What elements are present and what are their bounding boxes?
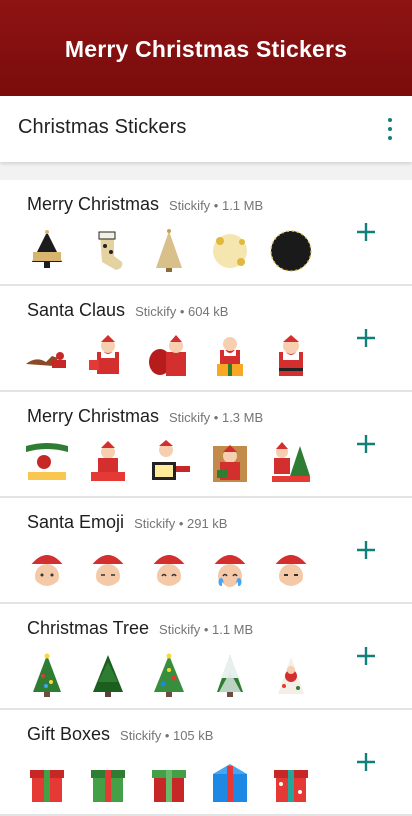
polka-gift-box-sticker [268,758,314,804]
plus-icon [357,329,375,347]
sleigh-reindeer-sticker [24,334,70,380]
pack-meta: Stickify • 291 kB [134,516,228,531]
pack-name: Santa Emoji [27,512,125,532]
pack-name: Merry Christmas [27,194,160,214]
pack-meta: Stickify • 1.1 MB [159,622,254,637]
pack-meta: Stickify • 1.3 MB [169,410,264,425]
decorated-tree-sticker [24,652,70,698]
sticker-pack-row[interactable]: Merry Christmas Stickify • 1.1 MB [0,180,412,286]
pack-name: Merry Christmas [27,406,160,426]
santa-gift-sticker [85,334,131,380]
sticker-preview-strip [24,440,329,486]
red-green-gift-sticker [146,758,192,804]
santa-presents-sticker [207,334,253,380]
red-gift-box-sticker [24,758,70,804]
plus-icon [357,647,375,665]
sticker-preview-strip [24,758,329,804]
santa-sack-sticker [146,334,192,380]
add-pack-button[interactable] [354,220,378,244]
add-pack-button[interactable] [354,644,378,668]
sticker-preview-strip [24,228,329,274]
santa-merry-christmas-sticker [85,440,131,486]
merry-xmas-tree-sticker [146,228,192,274]
santa-emoji-neutral-sticker [24,546,70,592]
santa-sign-sticker [146,440,192,486]
pack-name: Santa Claus [27,300,126,320]
sticker-pack-list: Merry Christmas Stickify • 1.1 MB Santa … [0,180,412,816]
santa-waving-sticker [268,334,314,380]
plus-icon [357,541,375,559]
xmas-joy-sticker [268,228,314,274]
add-pack-button[interactable] [354,432,378,456]
sticker-pack-row[interactable]: Merry Christmas Stickify • 1.3 MB [0,392,412,498]
stocking-sticker [85,228,131,274]
sticker-preview-strip [24,546,329,592]
holly-jolly-sticker [207,228,253,274]
pack-meta: Stickify • 1.1 MB [169,198,264,213]
sticker-pack-row[interactable]: Gift Boxes Stickify • 105 kB [0,710,412,816]
blue-gift-box-sticker [207,758,253,804]
add-pack-button[interactable] [354,750,378,774]
ornament-tree-sticker [146,652,192,698]
pack-name: Gift Boxes [27,724,111,744]
sticker-pack-row[interactable]: Santa Claus Stickify • 604 kB [0,286,412,392]
page-title: Christmas Stickers [18,116,187,138]
promo-banner: Merry Christmas Stickers [0,0,412,96]
plus-icon [357,753,375,771]
plus-icon [357,435,375,453]
merry-christmas-wreath-sticker [24,440,70,486]
app-bar: Christmas Stickers [0,96,412,162]
add-pack-button[interactable] [354,326,378,350]
pack-meta: Stickify • 105 kB [120,728,214,743]
sticker-pack-row[interactable]: Santa Emoji Stickify • 291 kB [0,498,412,604]
santa-emoji-meh-sticker [268,546,314,592]
snowy-tree-sticker [207,652,253,698]
sticker-pack-row[interactable]: Christmas Tree Stickify • 1.1 MB [0,604,412,710]
banner-title: Merry Christmas Stickers [64,35,348,62]
santa-emoji-smirk-sticker [85,546,131,592]
pack-name: Christmas Tree [27,618,150,638]
plus-icon [357,223,375,241]
santa-emoji-smile-sticker [146,546,192,592]
santa-tree-topper-sticker [268,652,314,698]
santa-emoji-crying-sticker [207,546,253,592]
santa-chair-sticker [207,440,253,486]
green-gift-box-sticker [85,758,131,804]
add-pack-button[interactable] [354,538,378,562]
sticker-preview-strip [24,334,329,380]
pack-meta: Stickify • 604 kB [135,304,229,319]
green-tree-sticker [85,652,131,698]
merry-christmas-tree-sticker [24,228,70,274]
santa-tree-sticker [268,440,314,486]
more-vert-icon[interactable] [382,118,398,140]
sticker-preview-strip [24,652,329,698]
